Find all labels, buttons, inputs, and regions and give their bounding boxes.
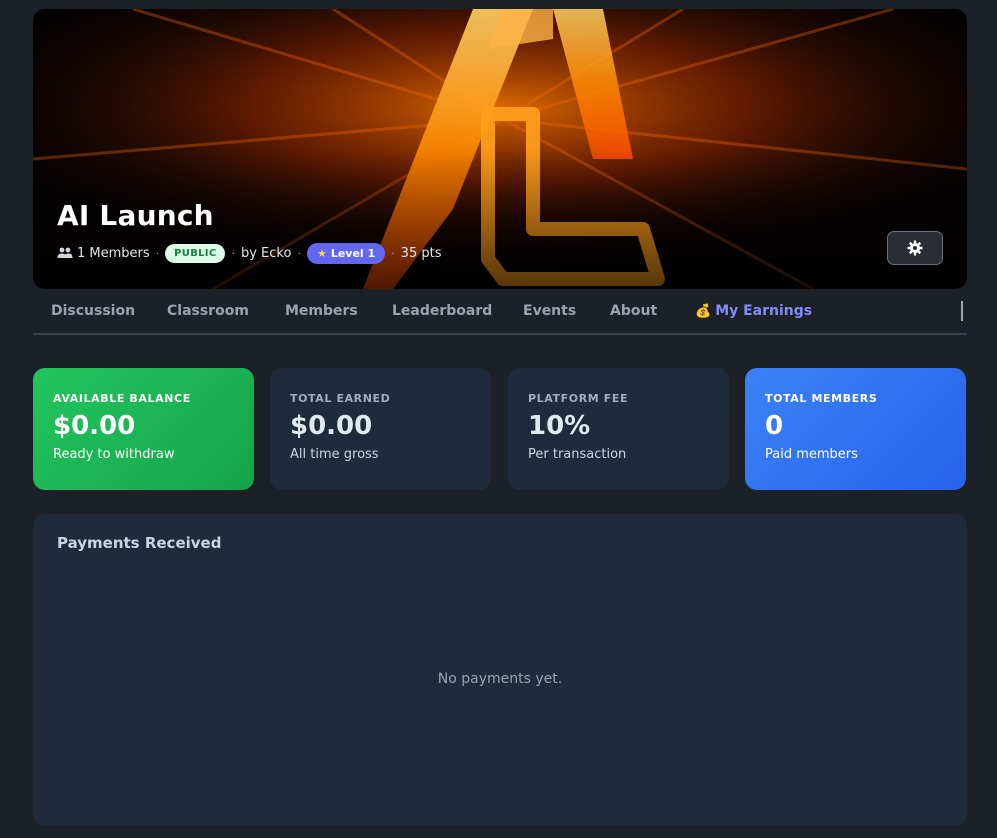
tab-my-earnings-label: My Earnings [715,303,813,319]
total-earned-card: TOTAL EARNED $0.00 All time gross [270,368,491,490]
meta-separator: · [297,246,301,260]
meta-separator: · [231,246,235,260]
tabs-scroll-divider [961,301,963,321]
available-balance-value: $0.00 [53,411,136,441]
total-members-label: TOTAL MEMBERS [765,392,878,405]
community-title: AI Launch [57,199,214,232]
payments-title: Payments Received [57,534,222,552]
tab-discussion[interactable]: Discussion [51,303,135,319]
community-banner: AI Launch 1 Members · PUBLIC · by Ecko ·… [33,9,967,289]
total-earned-label: TOTAL EARNED [290,392,391,405]
visibility-badge: PUBLIC [165,243,226,263]
level-badge-text: Level 1 [330,246,376,260]
platform-fee-card: PLATFORM FEE 10% Per transaction [508,368,729,490]
settings-button[interactable] [887,231,943,265]
total-members-sub: Paid members [765,447,858,462]
total-earned-sub: All time gross [290,447,379,462]
tab-leaderboard[interactable]: Leaderboard [392,303,492,319]
money-bag-icon: 💰 [695,304,712,319]
star-icon: ★ [316,246,327,260]
tab-members[interactable]: Members [285,303,358,319]
available-balance-sub: Ready to withdraw [53,447,175,462]
community-meta: 1 Members · PUBLIC · by Ecko · ★ Level 1… [57,241,441,265]
tab-events[interactable]: Events [523,303,576,319]
total-members-value: 0 [765,411,784,441]
tab-my-earnings[interactable]: 💰 My Earnings [695,303,812,319]
level-badge: ★ Level 1 [306,242,386,264]
payments-panel: Payments Received No payments yet. [33,514,967,826]
available-balance-card: AVAILABLE BALANCE $0.00 Ready to withdra… [33,368,254,490]
tab-about[interactable]: About [610,303,657,319]
tab-classroom[interactable]: Classroom [167,303,249,319]
platform-fee-sub: Per transaction [528,447,627,462]
community-tabs: Discussion Classroom Members Leaderboard… [33,289,967,335]
points: 35 pts [400,245,442,261]
members-count: 1 Members [57,246,150,261]
total-members-card: TOTAL MEMBERS 0 Paid members [745,368,966,490]
users-icon [57,247,73,258]
total-earned-value: $0.00 [290,411,373,441]
gear-icon [907,240,923,256]
meta-separator: · [391,246,395,260]
platform-fee-label: PLATFORM FEE [528,392,629,405]
available-balance-label: AVAILABLE BALANCE [53,392,191,405]
payments-empty-state: No payments yet. [437,671,563,687]
author-name[interactable]: by Ecko [241,246,291,261]
meta-separator: · [155,246,160,260]
members-count-text: 1 Members [77,245,150,261]
platform-fee-value: 10% [528,411,591,441]
